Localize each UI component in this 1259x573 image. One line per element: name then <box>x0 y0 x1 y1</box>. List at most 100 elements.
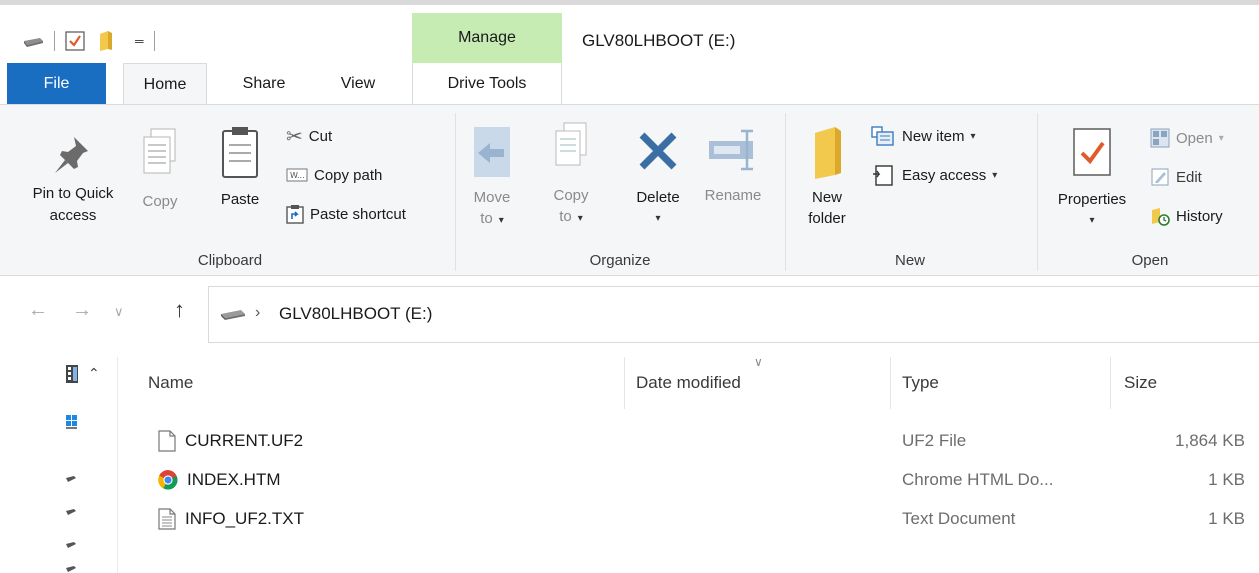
move-to-label-2: to ▾ <box>466 208 518 231</box>
tab-view[interactable]: View <box>322 63 394 104</box>
file-list: Name ∨ Date modified Type Size CURRENT.U… <box>118 355 1259 573</box>
column-header-type[interactable]: Type <box>902 357 1102 409</box>
file-name-cell: INDEX.HTM <box>158 463 281 496</box>
address-chevron-icon[interactable]: › <box>255 304 260 322</box>
tab-share[interactable]: Share <box>225 63 303 104</box>
cut-button[interactable]: ✂ Cut <box>286 123 332 149</box>
navigation-pane: ⌃ <box>0 357 118 573</box>
group-separator-3 <box>1037 113 1038 271</box>
easy-access-button[interactable]: Easy access ▾ <box>870 162 997 188</box>
properties-button[interactable]: Properties ▾ <box>1042 125 1142 231</box>
file-size: 1 KB <box>1208 469 1245 489</box>
edit-label: Edit <box>1176 168 1202 186</box>
blank-file-icon <box>158 429 176 452</box>
tab-file[interactable]: File <box>7 63 106 104</box>
pin-icon <box>55 137 88 173</box>
copy-to-caret: ▾ <box>577 213 583 224</box>
open-button[interactable]: Open ▾ <box>1150 125 1224 151</box>
column-header-name[interactable]: Name <box>148 357 618 409</box>
file-size: 1,864 KB <box>1175 430 1245 450</box>
copy-path-button[interactable]: W... Copy path <box>286 162 382 188</box>
up-arrow-icon[interactable]: ↑ <box>174 297 185 323</box>
clipboard-group-label: Clipboard <box>197 252 263 269</box>
file-name-cell: CURRENT.UF2 <box>158 424 303 457</box>
new-folder-icon[interactable] <box>99 30 113 52</box>
move-to-label: Move <box>473 189 511 206</box>
group-separator <box>455 113 456 271</box>
svg-text:W...: W... <box>290 171 305 180</box>
easy-access-label: Easy access <box>902 166 987 184</box>
nav-video-icon[interactable] <box>66 365 78 383</box>
column-header-date-modified[interactable]: Date modified <box>636 357 886 409</box>
paste-icon <box>222 127 258 178</box>
organize-group-label: Organize <box>589 252 651 269</box>
edit-icon <box>1151 168 1169 186</box>
open-icon <box>1150 128 1170 148</box>
file-name: INFO_UF2.TXT <box>185 508 305 528</box>
copy-to-icon <box>555 122 587 166</box>
copy-to-label-2: to ▾ <box>548 206 594 229</box>
move-to-line2: to <box>480 210 493 227</box>
new-item-caret: ▾ <box>970 130 976 142</box>
copy-button[interactable]: Copy <box>136 127 184 212</box>
table-row[interactable]: INDEX.HTM Chrome HTML Do... 1 KB <box>118 463 1259 496</box>
back-arrow-icon[interactable]: ← <box>28 299 48 322</box>
copy-label: Copy <box>142 193 178 210</box>
ribbon-tabs: File Home Share View Drive Tools <box>0 63 1259 105</box>
nav-drive-icon-1[interactable] <box>66 475 76 483</box>
file-size: 1 KB <box>1208 508 1245 528</box>
copy-icon <box>143 128 176 174</box>
address-bar[interactable]: › GLV80LHBOOT (E:) <box>208 286 1259 343</box>
tab-drive-tools[interactable]: Drive Tools <box>412 63 562 104</box>
ribbon-home: Pin to Quick access Copy Paste ✂ Cut W..… <box>0 104 1259 276</box>
history-icon <box>1152 208 1170 226</box>
easy-access-caret: ▾ <box>992 169 998 181</box>
nav-scroll-up-icon[interactable]: ⌃ <box>88 365 100 382</box>
pin-to-quick-access-button[interactable]: Pin to Quick access <box>18 133 128 227</box>
nav-windows-drive-icon[interactable] <box>66 415 78 429</box>
history-label: History <box>1176 207 1223 225</box>
nav-drive-icon-3[interactable] <box>66 541 76 549</box>
move-to-caret: ▾ <box>498 215 504 226</box>
folder-icon <box>815 127 841 179</box>
qat-customize-icon[interactable]: ═ <box>135 34 144 48</box>
cut-label: Cut <box>308 127 333 145</box>
easy-access-icon <box>873 165 893 186</box>
paste-shortcut-label: Paste shortcut <box>310 205 406 223</box>
table-row[interactable]: INFO_UF2.TXT Text Document 1 KB <box>118 502 1259 535</box>
recent-locations-chevron-icon[interactable]: ∨ <box>114 304 124 320</box>
window-title: GLV80LHBOOT (E:) <box>582 31 736 50</box>
properties-label: Properties <box>1057 191 1127 208</box>
history-button[interactable]: History <box>1150 203 1223 229</box>
new-group-label: New <box>894 252 925 269</box>
paste-button[interactable]: Paste <box>212 125 268 210</box>
rename-icon <box>709 129 753 171</box>
table-row[interactable]: CURRENT.UF2 UF2 File 1,864 KB <box>118 424 1259 457</box>
copy-path-icon: W... <box>286 168 308 182</box>
address-path-segment[interactable]: GLV80LHBOOT (E:) <box>279 304 432 324</box>
text-file-icon <box>158 507 176 530</box>
open-caret: ▾ <box>1218 132 1224 144</box>
open-label: Open <box>1176 129 1213 147</box>
tab-home[interactable]: Home <box>123 63 207 105</box>
copy-to-button[interactable]: Copy to ▾ <box>548 119 594 229</box>
rename-button[interactable]: Rename <box>696 127 770 206</box>
quick-access-toolbar: ═ <box>22 29 165 53</box>
manage-context-header: Manage <box>412 13 562 63</box>
properties-check-icon[interactable] <box>65 31 85 51</box>
forward-arrow-icon[interactable]: → <box>72 299 92 322</box>
paste-shortcut-button[interactable]: Paste shortcut <box>286 201 406 227</box>
column-header-size[interactable]: Size <box>1124 357 1244 409</box>
drive-icon[interactable] <box>22 35 44 47</box>
delete-button[interactable]: Delete ▾ <box>626 129 690 229</box>
new-folder-button[interactable]: New folder <box>797 125 857 229</box>
new-item-button[interactable]: New item ▾ <box>870 123 976 149</box>
qat-separator-2 <box>153 31 155 51</box>
nav-drive-icon-4[interactable] <box>66 565 76 573</box>
nav-drive-icon-2[interactable] <box>66 508 76 516</box>
file-name: INDEX.HTM <box>187 469 281 489</box>
file-type: UF2 File <box>902 430 967 450</box>
move-to-button[interactable]: Move to ▾ <box>466 123 518 231</box>
open-group-label: Open <box>1131 252 1169 269</box>
edit-button[interactable]: Edit <box>1150 164 1202 190</box>
